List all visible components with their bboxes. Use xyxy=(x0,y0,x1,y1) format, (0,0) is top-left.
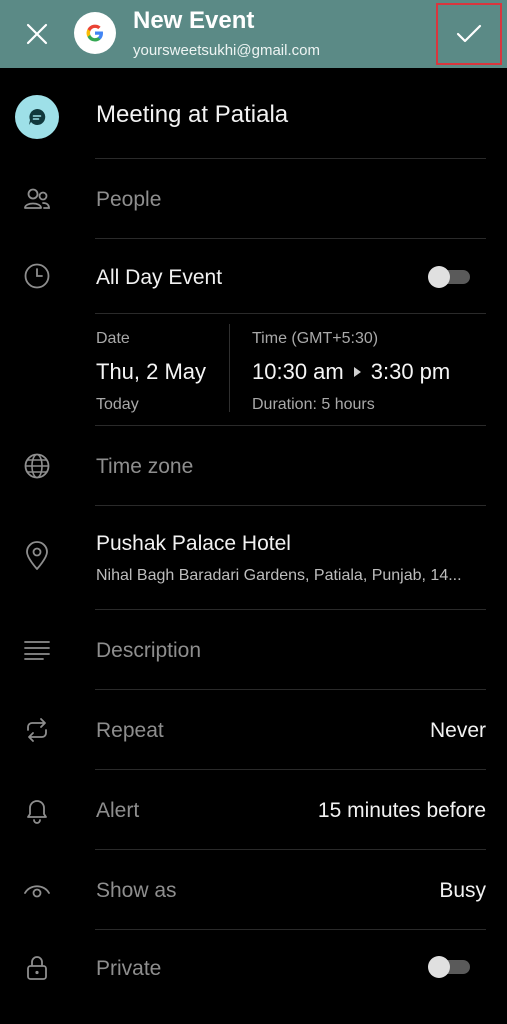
divider xyxy=(95,769,486,770)
toggle-knob xyxy=(428,956,450,978)
location-name[interactable]: Pushak Palace Hotel xyxy=(96,532,291,556)
chat-bubble-icon xyxy=(29,108,46,125)
divider xyxy=(95,609,486,610)
time-label: Time (GMT+5:30) xyxy=(252,330,379,347)
divider xyxy=(95,238,486,239)
divider xyxy=(95,158,486,159)
event-title-input[interactable]: Meeting at Patiala xyxy=(96,101,288,129)
globe-icon xyxy=(24,453,50,479)
repeat-value[interactable]: Never xyxy=(430,719,486,743)
private-label: Private xyxy=(96,957,162,980)
clock-icon-wrap xyxy=(20,259,54,293)
location-address[interactable]: Nihal Bagh Baradari Gardens, Patiala, Pu… xyxy=(96,567,488,585)
app-header: New Event yoursweetsukhi@gmail.com xyxy=(0,0,507,68)
bell-icon xyxy=(27,800,47,824)
date-time-separator xyxy=(229,324,230,412)
location-pin-icon xyxy=(26,541,48,570)
lock-icon-wrap xyxy=(20,951,54,985)
alert-label[interactable]: Alert xyxy=(96,799,139,823)
alert-value[interactable]: 15 minutes before xyxy=(318,799,486,823)
check-icon xyxy=(456,24,482,43)
toggle-knob xyxy=(428,266,450,288)
people-icon xyxy=(24,188,50,209)
time-range[interactable]: 10:30 am 3:30 pm xyxy=(252,359,450,385)
location-icon-wrap xyxy=(20,539,54,573)
show-as-label[interactable]: Show as xyxy=(96,879,177,903)
date-value[interactable]: Thu, 2 May xyxy=(96,359,206,385)
bell-icon-wrap xyxy=(20,793,54,827)
divider xyxy=(95,505,486,506)
all-day-toggle[interactable] xyxy=(428,266,470,288)
divider xyxy=(95,929,486,930)
timezone-input[interactable]: Time zone xyxy=(96,455,193,479)
divider xyxy=(95,425,486,426)
save-button[interactable] xyxy=(436,3,502,65)
repeat-label[interactable]: Repeat xyxy=(96,719,164,743)
close-icon xyxy=(26,23,48,45)
private-toggle[interactable] xyxy=(428,956,470,978)
repeat-icon xyxy=(27,718,47,742)
end-time[interactable]: 3:30 pm xyxy=(371,359,451,384)
eye-icon xyxy=(24,885,50,898)
event-category-button[interactable] xyxy=(15,95,59,139)
divider xyxy=(95,849,486,850)
google-account-avatar[interactable] xyxy=(74,12,116,54)
divider xyxy=(95,313,486,314)
globe-icon-wrap xyxy=(20,449,54,483)
account-email: yoursweetsukhi@gmail.com xyxy=(133,42,320,59)
all-day-label: All Day Event xyxy=(96,266,223,289)
description-input[interactable]: Description xyxy=(96,639,201,663)
description-icon-wrap xyxy=(20,633,54,667)
lock-icon xyxy=(27,956,47,980)
date-relative: Today xyxy=(96,396,139,413)
google-logo-icon xyxy=(86,24,103,42)
clock-icon xyxy=(24,263,50,289)
show-as-value[interactable]: Busy xyxy=(439,879,486,903)
people-input[interactable]: People xyxy=(96,188,161,212)
people-icon-wrap xyxy=(20,182,54,216)
duration-text: Duration: 5 hours xyxy=(252,396,375,413)
close-button[interactable] xyxy=(18,15,56,53)
description-lines-icon xyxy=(24,641,50,660)
eye-icon-wrap xyxy=(20,873,54,907)
date-label: Date xyxy=(96,330,130,347)
arrow-right-icon xyxy=(353,367,361,377)
start-time[interactable]: 10:30 am xyxy=(252,359,344,384)
repeat-icon-wrap xyxy=(20,713,54,747)
page-title: New Event xyxy=(133,7,255,34)
divider xyxy=(95,689,486,690)
